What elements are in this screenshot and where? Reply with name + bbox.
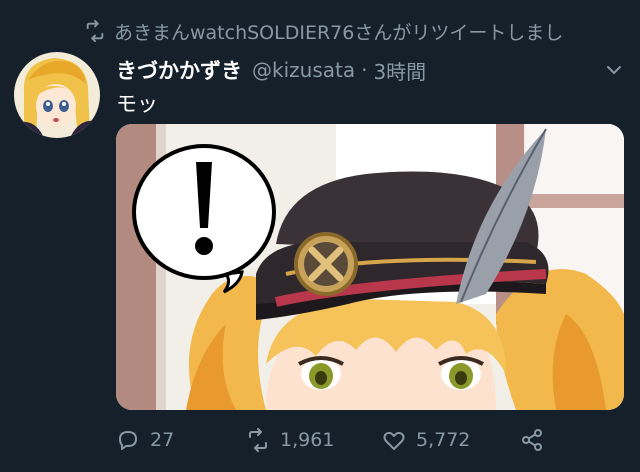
like-button[interactable]: 5,772 [382, 428, 470, 452]
media-illustration [116, 124, 624, 410]
retweet-button[interactable]: 1,961 [246, 428, 334, 452]
avatar-image [14, 52, 100, 138]
timestamp[interactable]: 3時間 [373, 56, 426, 85]
like-count: 5,772 [416, 429, 471, 451]
display-name[interactable]: きづかかずき [116, 55, 242, 85]
retweet-icon [86, 20, 104, 42]
share-icon [522, 429, 542, 451]
reply-icon [119, 431, 137, 450]
retweet-notice-text: あきまんwatchSOLDIER76さんがリツイートしまし [114, 21, 564, 44]
heart-icon [383, 431, 405, 450]
retweet-icon [249, 428, 267, 452]
tweet-header: きづかかずき @kizusata · 3時間 [116, 54, 616, 86]
separator-dot: · [361, 58, 368, 82]
reply-button[interactable]: 27 [116, 428, 174, 452]
tweet-media-image[interactable] [116, 124, 624, 410]
retweet-count: 1,961 [280, 429, 335, 451]
tweet-text: モッ [116, 92, 158, 116]
tweet-actions: 27 1,961 5,772 [116, 422, 586, 458]
share-button[interactable] [520, 428, 554, 452]
user-handle[interactable]: @kizusata [252, 58, 355, 82]
avatar[interactable] [14, 52, 100, 138]
reply-count: 27 [150, 429, 175, 451]
chevron-down-icon[interactable] [604, 60, 624, 80]
retweet-notice[interactable]: あきまんwatchSOLDIER76さんがリツイートしまし [84, 16, 636, 46]
